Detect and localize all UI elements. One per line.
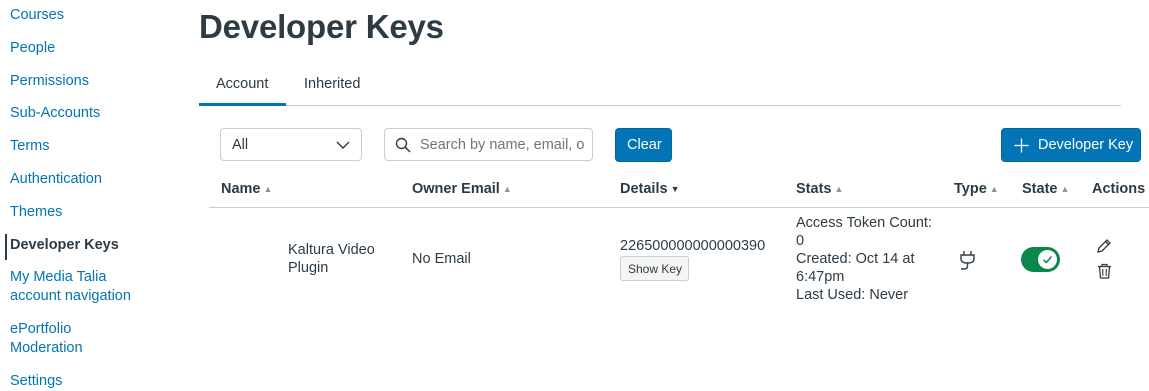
active-nav-indicator (5, 234, 7, 260)
sidebar-item-courses[interactable]: Courses (10, 6, 145, 25)
stats-line: Last Used: Never (796, 287, 909, 303)
toggle-knob (1038, 250, 1057, 269)
sort-icon: ▲︎ (502, 184, 512, 194)
sidebar-item-label: ePortfolio (10, 321, 72, 337)
search-input[interactable] (420, 135, 585, 155)
column-header-actions: Actions (1092, 181, 1146, 197)
key-name: Kaltura Video Plugin (288, 241, 375, 277)
sidebar-item-eportfolio-moderation[interactable]: ePortfolio Moderation (10, 320, 145, 358)
sort-icon: ▲︎ (834, 184, 844, 194)
sort-icon: ▲︎ (263, 184, 273, 194)
stats-line: Created: Oct 14 at (796, 251, 915, 267)
sidebar-item-label: account navigation (10, 288, 131, 304)
key-type-select[interactable]: All (220, 128, 362, 161)
column-header-label: Type (954, 181, 987, 197)
selected-tab-indicator (199, 103, 286, 106)
search-icon (395, 137, 411, 153)
plug-icon (960, 251, 975, 270)
clear-button-label: Clear (627, 137, 662, 153)
key-state-toggle[interactable] (1021, 247, 1060, 272)
column-header-label: Owner Email (412, 181, 500, 197)
sort-descending-icon: ▼︎ (670, 184, 680, 194)
sidebar-item-permissions[interactable]: Permissions (10, 72, 145, 91)
column-header-state[interactable]: State ▲︎ (1022, 181, 1069, 197)
column-header-type[interactable]: Type ▲︎ (954, 181, 999, 197)
sidebar-item-label: My Media Talia (10, 269, 107, 285)
trash-icon[interactable] (1097, 263, 1112, 279)
sidebar-item-people[interactable]: People (10, 39, 145, 58)
sidebar-item-settings[interactable]: Settings (10, 372, 145, 391)
key-stats: Access Token Count: 0 Created: Oct 14 at… (796, 214, 932, 304)
column-header-label: Details (620, 181, 668, 197)
chevron-down-icon (336, 141, 350, 149)
sort-icon: ▲︎ (989, 184, 999, 194)
developer-key-id: 226500000000000390 (620, 238, 766, 254)
column-header-name[interactable]: Name ▲︎ (221, 181, 272, 197)
stats-line: 6:47pm (796, 269, 845, 285)
add-developer-key-label: Developer Key (1038, 137, 1134, 153)
owner-email: No Email (412, 251, 471, 267)
tabs-divider (199, 105, 1121, 106)
page-title: Developer Keys (199, 8, 444, 45)
column-header-owner-email[interactable]: Owner Email ▲︎ (412, 181, 512, 197)
add-developer-key-button[interactable]: Developer Key (1001, 128, 1141, 162)
search-field (384, 128, 593, 161)
sort-icon: ▲︎ (1060, 184, 1070, 194)
sidebar-item-sub-accounts[interactable]: Sub-Accounts (10, 104, 145, 123)
sidebar-item-themes[interactable]: Themes (10, 203, 145, 222)
column-header-details[interactable]: Details ▼︎ (620, 181, 679, 197)
sidebar-item-developer-keys[interactable]: Developer Keys (10, 236, 145, 255)
checkmark-icon (1042, 256, 1053, 264)
column-header-label: Stats (796, 181, 832, 197)
pencil-icon[interactable] (1096, 238, 1112, 254)
column-header-label: State (1022, 181, 1058, 197)
stats-line: 0 (796, 233, 805, 249)
key-name-line: Kaltura Video (288, 242, 375, 258)
sidebar-item-terms[interactable]: Terms (10, 137, 145, 156)
column-header-stats[interactable]: Stats ▲︎ (796, 181, 843, 197)
column-header-label: Name (221, 181, 261, 197)
stats-line: Access Token Count: (796, 215, 932, 231)
tab-account[interactable]: Account (216, 76, 268, 92)
table-header-divider (209, 207, 1149, 208)
plus-icon (1014, 138, 1029, 153)
key-name-line: Plugin (288, 260, 329, 276)
sidebar-item-label: Moderation (10, 340, 83, 356)
sidebar-item-my-media[interactable]: My Media Talia account navigation (10, 268, 145, 306)
tab-inherited[interactable]: Inherited (304, 76, 360, 92)
show-key-button[interactable]: Show Key (620, 256, 689, 281)
clear-button[interactable]: Clear (615, 128, 672, 162)
show-key-label: Show Key (628, 262, 683, 276)
account-sidebar: Courses People Permissions Sub-Accounts … (0, 0, 150, 390)
sidebar-item-authentication[interactable]: Authentication (10, 170, 145, 189)
key-type-select-value: All (232, 137, 249, 153)
